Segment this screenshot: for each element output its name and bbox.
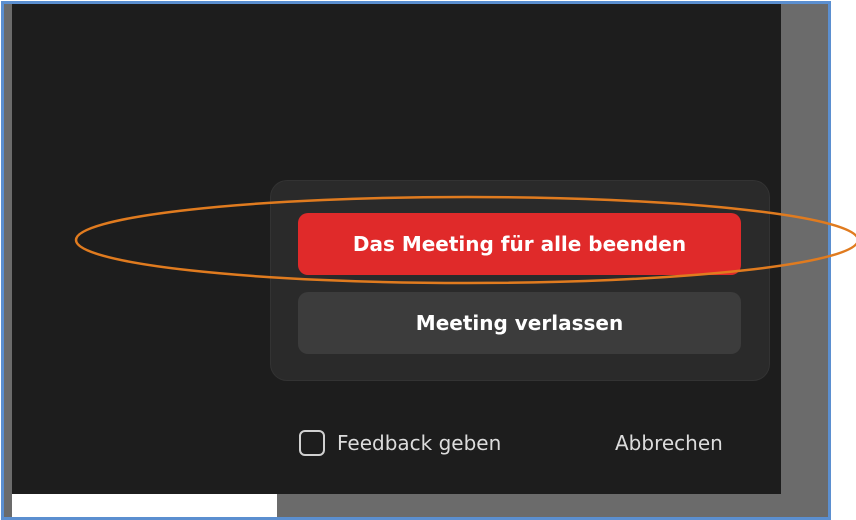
end-meeting-popup: Das Meeting für alle beenden Meeting ver…	[271, 181, 769, 380]
window-frame: Das Meeting für alle beenden Meeting ver…	[1, 1, 831, 520]
feedback-label: Feedback geben	[337, 431, 502, 455]
meeting-panel: Das Meeting für alle beenden Meeting ver…	[12, 4, 781, 494]
leave-meeting-button[interactable]: Meeting verlassen	[298, 292, 741, 354]
feedback-checkbox[interactable]	[299, 430, 325, 456]
end-meeting-for-all-button[interactable]: Das Meeting für alle beenden	[298, 213, 741, 275]
cancel-button[interactable]: Abbrechen	[615, 428, 723, 458]
feedback-option[interactable]: Feedback geben	[299, 428, 501, 458]
background-strip	[12, 494, 277, 517]
